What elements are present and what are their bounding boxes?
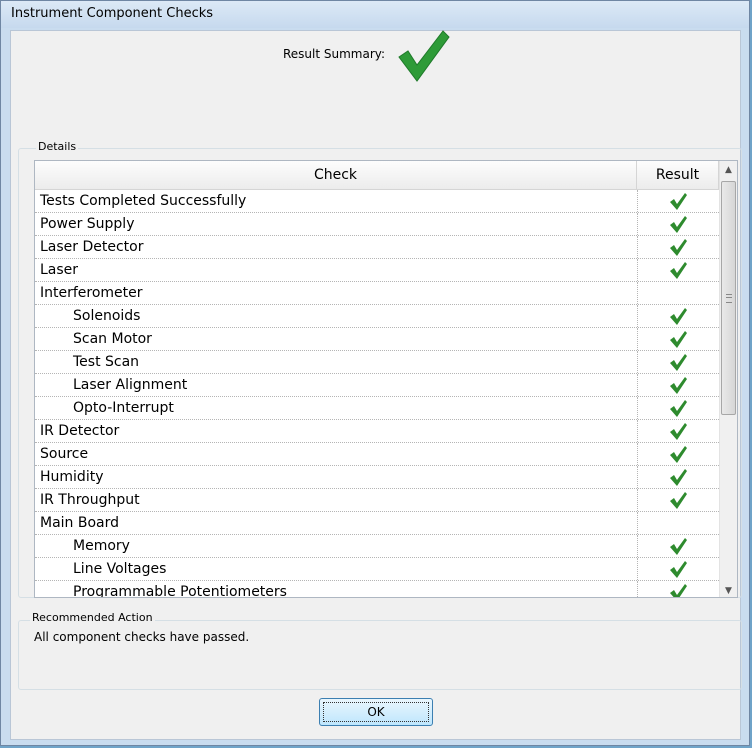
table-row[interactable]: Source [35, 443, 719, 466]
check-name-cell: Test Scan [73, 354, 140, 370]
result-cell [638, 581, 718, 597]
table-row[interactable]: Humidity [35, 466, 719, 489]
table-row[interactable]: Programmable Potentiometers [35, 581, 719, 598]
table-row[interactable]: Scan Motor [35, 328, 719, 351]
table-row[interactable]: Test Scan [35, 351, 719, 374]
result-cell [638, 282, 718, 304]
scrollbar-thumb[interactable] [721, 181, 736, 415]
result-cell [638, 420, 718, 442]
result-cell [638, 259, 718, 281]
result-cell [638, 397, 718, 419]
focus-rectangle [323, 702, 429, 722]
result-cell [638, 351, 718, 373]
result-cell [638, 374, 718, 396]
pass-checkmark-icon [670, 216, 687, 233]
table-row[interactable]: Line Voltages [35, 558, 719, 581]
table-row[interactable]: Laser [35, 259, 719, 282]
column-header-result[interactable]: Result [637, 161, 719, 190]
table-row[interactable]: IR Throughput [35, 489, 719, 512]
check-name-cell: Main Board [40, 515, 120, 531]
check-name-cell: Interferometer [40, 285, 143, 301]
recommended-action-label: Recommended Action [30, 611, 155, 624]
check-name-cell: Opto-Interrupt [73, 400, 174, 416]
check-name-cell: Programmable Potentiometers [73, 584, 287, 598]
pass-checkmark-icon [670, 239, 687, 256]
table-row[interactable]: Opto-Interrupt [35, 397, 719, 420]
title-bar[interactable]: Instrument Component Checks [1, 1, 749, 28]
table-row[interactable]: Laser Detector [35, 236, 719, 259]
details-group-label: Details [36, 140, 79, 153]
column-header-check[interactable]: Check [35, 161, 637, 190]
table-row[interactable]: IR Detector [35, 420, 719, 443]
pass-checkmark-icon [670, 469, 687, 486]
pass-checkmark-icon [670, 354, 687, 371]
check-name-cell: Scan Motor [73, 331, 152, 347]
pass-checkmark-icon [670, 538, 687, 555]
scroll-up-arrow-icon[interactable]: ▲ [720, 161, 737, 178]
check-name-cell: Memory [73, 538, 130, 554]
scroll-grip-icon [726, 294, 732, 303]
check-name-cell: Humidity [40, 469, 104, 485]
table-row[interactable]: Memory [35, 535, 719, 558]
table-row[interactable]: Power Supply [35, 213, 719, 236]
result-cell [638, 328, 718, 350]
check-name-cell: Source [40, 446, 89, 462]
check-name-cell: Line Voltages [73, 561, 167, 577]
check-name-cell: Laser [40, 262, 79, 278]
recommended-action-text: All component checks have passed. [34, 630, 250, 644]
vertical-scrollbar[interactable]: ▲ ▼ [719, 161, 737, 597]
pass-checkmark-icon [670, 561, 687, 578]
pass-checkmark-icon [670, 262, 687, 279]
table-row[interactable]: Tests Completed Successfully [35, 190, 719, 213]
pass-checkmark-icon [670, 492, 687, 509]
table-row[interactable]: Solenoids [35, 305, 719, 328]
result-cell [638, 190, 718, 212]
pass-checkmark-icon [670, 446, 687, 463]
ok-button[interactable]: OK [319, 698, 433, 726]
table-row[interactable]: Laser Alignment [35, 374, 719, 397]
result-cell [638, 489, 718, 511]
window-title: Instrument Component Checks [11, 6, 214, 21]
scroll-down-arrow-icon[interactable]: ▼ [720, 582, 737, 597]
check-name-cell: Laser Detector [40, 239, 144, 255]
details-grid: Check Result Tests Completed Successfull… [34, 160, 738, 598]
pass-checkmark-icon [670, 584, 687, 597]
pass-checkmark-icon [670, 377, 687, 394]
result-cell [638, 466, 718, 488]
result-cell [638, 213, 718, 235]
check-name-cell: Tests Completed Successfully [40, 193, 247, 209]
result-cell [638, 305, 718, 327]
check-name-cell: IR Throughput [40, 492, 140, 508]
pass-checkmark-icon [670, 423, 687, 440]
result-cell [638, 512, 718, 534]
result-cell [638, 535, 718, 557]
result-cell [638, 558, 718, 580]
pass-checkmark-icon [670, 193, 687, 210]
check-name-cell: Power Supply [40, 216, 135, 232]
result-cell [638, 443, 718, 465]
pass-checkmark-icon [670, 331, 687, 348]
table-row[interactable]: Main Board [35, 512, 719, 535]
summary-checkmark-icon [398, 30, 450, 82]
check-name-cell: IR Detector [40, 423, 120, 439]
pass-checkmark-icon [670, 400, 687, 417]
check-name-cell: Laser Alignment [73, 377, 188, 393]
pass-checkmark-icon [670, 308, 687, 325]
table-row[interactable]: Interferometer [35, 282, 719, 305]
result-summary-label: Result Summary: [283, 47, 386, 61]
result-cell [638, 236, 718, 258]
check-name-cell: Solenoids [73, 308, 141, 324]
